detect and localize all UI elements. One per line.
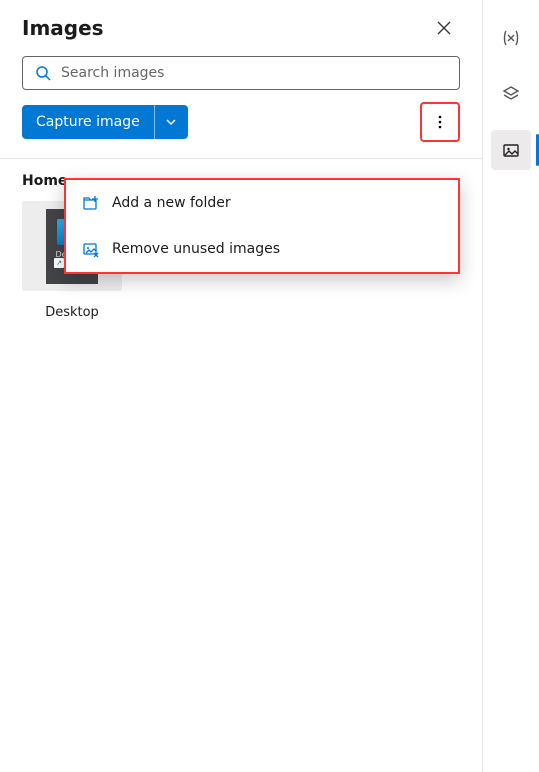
variables-icon [501,28,521,48]
menu-add-folder-label: Add a new folder [112,195,231,211]
search-box[interactable] [22,56,460,90]
layers-icon [501,84,521,104]
images-icon [501,140,521,160]
remove-images-icon [82,240,100,258]
more-vertical-icon [432,114,448,130]
capture-image-split-button[interactable]: Capture image [22,105,188,139]
more-button[interactable] [424,106,456,138]
thumbnail-label: Desktop [45,305,99,320]
close-button[interactable] [428,12,460,44]
close-icon [437,21,451,35]
side-rail [483,0,539,772]
menu-add-folder[interactable]: Add a new folder [66,180,458,226]
panel-header: Images [0,0,482,52]
add-folder-icon [82,194,100,212]
capture-dropdown-button[interactable] [154,105,188,139]
panel-title: Images [22,16,104,40]
toolbar: Capture image [0,90,482,152]
shortcut-overlay-icon: ↗ [54,258,64,268]
search-icon [35,65,51,81]
rail-images-button[interactable] [491,130,531,170]
images-panel: Images Capture image Home [0,0,483,772]
menu-remove-unused[interactable]: Remove unused images [66,226,458,272]
more-button-highlight [420,102,460,142]
rail-variables-button[interactable] [491,18,531,58]
capture-label: Capture image [36,114,140,130]
search-container [0,56,482,90]
chevron-down-icon [165,116,177,128]
search-input[interactable] [61,65,447,81]
more-context-menu: Add a new folder Remove unused images [64,178,460,274]
capture-image-button[interactable]: Capture image [22,105,154,139]
rail-layers-button[interactable] [491,74,531,114]
menu-remove-unused-label: Remove unused images [112,241,280,257]
